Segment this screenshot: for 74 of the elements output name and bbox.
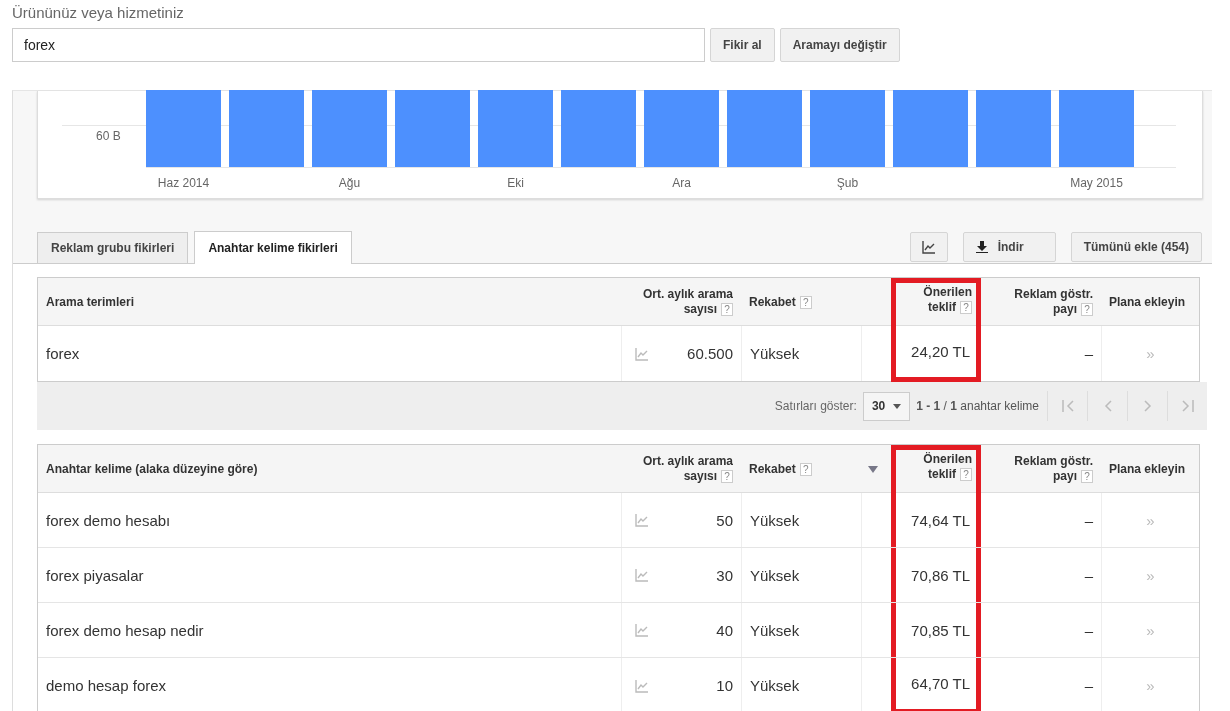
caret-icon bbox=[893, 403, 902, 409]
table-cell: Yüksek bbox=[741, 326, 861, 381]
table-cell-text: 30 bbox=[715, 565, 734, 586]
help-icon[interactable]: ? bbox=[1081, 470, 1093, 483]
table-cell-text: 40 bbox=[715, 620, 734, 641]
first-page-icon bbox=[1059, 398, 1076, 414]
sort-arrow-icon[interactable] bbox=[868, 465, 878, 473]
table-cell-text: – bbox=[1083, 676, 1094, 696]
axis-label: Ara bbox=[672, 176, 691, 190]
column-header[interactable]: Arama terimleri bbox=[38, 278, 621, 326]
table-cell-text: forex demo hesabı bbox=[45, 510, 172, 531]
table-cell: 64,70 TL bbox=[891, 658, 981, 711]
search-field[interactable]: forex bbox=[12, 28, 705, 62]
help-icon[interactable]: ? bbox=[960, 468, 972, 481]
trend-chart-icon[interactable] bbox=[634, 346, 649, 361]
line-chart-icon bbox=[921, 240, 936, 254]
column-header[interactable]: Rekabet ? bbox=[741, 278, 861, 326]
rows-select[interactable]: 30 bbox=[862, 391, 911, 421]
table-cell-text: forex piyasalar bbox=[45, 565, 145, 586]
table-cell-text: – bbox=[1083, 565, 1094, 586]
axis-label: Şub bbox=[836, 176, 859, 190]
help-icon[interactable]: ? bbox=[721, 470, 733, 483]
table-cell-text: forex demo hesap nedir bbox=[45, 620, 205, 641]
table-cell: Yüksek bbox=[741, 603, 861, 657]
column-header[interactable]: Önerilen teklif ? bbox=[891, 445, 981, 493]
table-cell: Yüksek bbox=[741, 493, 861, 547]
download-button[interactable]: İndir bbox=[962, 232, 1056, 262]
trend-chart-icon[interactable] bbox=[634, 568, 649, 582]
column-header[interactable]: Önerilen teklif ? bbox=[891, 278, 981, 326]
rows-label: Satırları göster: bbox=[774, 399, 857, 413]
column-header[interactable]: Ort. aylık arama sayısı ? bbox=[621, 445, 741, 493]
axis-label: Eki bbox=[507, 176, 524, 190]
range-text: 1 - 1 / 1 anahtar kelime bbox=[916, 399, 1039, 413]
column-header[interactable]: Reklam göstr. payı ? bbox=[981, 278, 1101, 326]
table-cell-text: forex bbox=[45, 344, 81, 364]
chart-button[interactable] bbox=[909, 232, 948, 262]
download-icon bbox=[975, 241, 988, 253]
axis-label: 60 B bbox=[96, 129, 121, 143]
add-all-button[interactable]: Tümünü ekle (454) bbox=[1070, 232, 1202, 262]
get-ideas-button[interactable]: Fikir al bbox=[710, 28, 775, 62]
axis-label: May 2015 bbox=[1070, 176, 1123, 190]
table-cell: Yüksek bbox=[741, 548, 861, 602]
axis-label: Ağu bbox=[338, 176, 361, 190]
table-cell: 70,86 TL bbox=[891, 548, 981, 602]
table-cell-text: – bbox=[1083, 344, 1094, 364]
table-cell-text: 50 bbox=[715, 510, 734, 531]
column-header[interactable]: Reklam göstr. payı ? bbox=[981, 445, 1101, 493]
field-label: Ürününüz veya hizmetiniz bbox=[12, 4, 185, 23]
trend-chart-icon[interactable] bbox=[634, 623, 649, 637]
last-page-icon bbox=[1179, 398, 1196, 414]
help-icon[interactable]: ? bbox=[721, 303, 733, 316]
tab[interactable]: Reklam grubu fikirleri bbox=[37, 232, 189, 263]
table-cell: 70,85 TL bbox=[891, 603, 981, 657]
table-cell: 74,64 TL bbox=[891, 493, 981, 547]
table-cell-text: 10 bbox=[715, 676, 734, 696]
help-icon[interactable]: ? bbox=[960, 301, 972, 314]
table-cell-text: – bbox=[1083, 620, 1094, 641]
column-header[interactable]: Rekabet ? bbox=[741, 445, 861, 493]
table-cell-text: – bbox=[1083, 510, 1094, 531]
help-icon[interactable]: ? bbox=[1081, 303, 1093, 316]
table-cell-text: 60.500 bbox=[686, 344, 734, 364]
help-icon[interactable]: ? bbox=[799, 295, 812, 309]
column-header[interactable]: Ort. aylık arama sayısı ? bbox=[621, 278, 741, 326]
column-header[interactable]: Anahtar kelime (alaka düzeyine göre) bbox=[38, 445, 621, 493]
table-cell-text: demo hesap forex bbox=[45, 676, 168, 696]
trend-chart-icon[interactable] bbox=[634, 513, 649, 527]
table-cell: Yüksek bbox=[741, 658, 861, 711]
column-header[interactable]: Plana ekleyin bbox=[1101, 278, 1199, 326]
column-header[interactable]: Plana ekleyin bbox=[1101, 445, 1199, 493]
trend-chart-icon[interactable] bbox=[634, 678, 649, 693]
modify-search-button[interactable]: Aramayı değiştir bbox=[779, 28, 900, 62]
axis-label: Haz 2014 bbox=[157, 176, 210, 190]
tab[interactable]: Anahtar kelime fikirleri bbox=[194, 231, 352, 264]
help-icon[interactable]: ? bbox=[799, 462, 812, 476]
